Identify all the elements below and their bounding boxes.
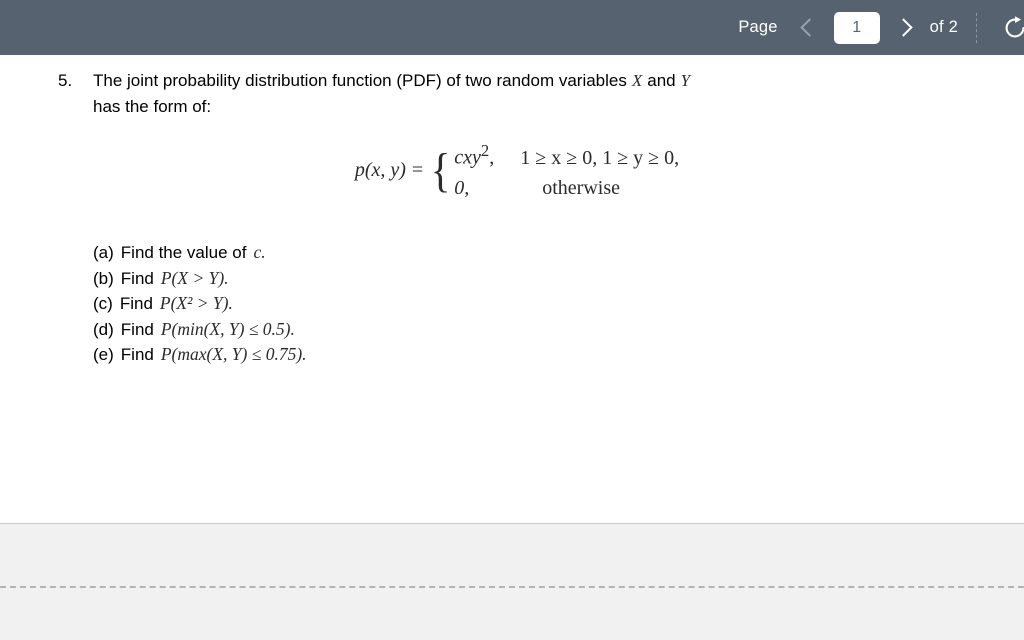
formula-case-row: cxy2, 1 ≥ x ≥ 0, 1 ≥ y ≥ 0, [454, 141, 679, 170]
question-conjunction: and [647, 71, 676, 90]
formula-case1-expression: cxy [454, 146, 481, 169]
subquestion-expression: P(X² > Y). [159, 293, 233, 313]
viewer-background-area [0, 524, 1024, 640]
previous-page-button[interactable] [794, 11, 826, 45]
subquestion-item-e: (e) Find P(max(X, Y) ≤ 0.75). [93, 342, 307, 368]
question-line2-text: has the form of: [93, 97, 212, 116]
formula-equals-sign: = [411, 158, 424, 181]
subquestion-marker: (c) [93, 294, 113, 313]
formula-case2-value: 0, [454, 176, 470, 199]
subquestion-item-d: (d) Find P(min(X, Y) ≤ 0.5). [93, 317, 307, 343]
rotate-page-button[interactable] [998, 11, 1024, 45]
subquestion-expression: P(max(X, Y) ≤ 0.75). [160, 344, 307, 364]
variable-y: Y [680, 71, 691, 90]
question-number: 5. [58, 71, 73, 90]
subquestion-expression: P(X > Y). [160, 267, 229, 288]
subquestion-verb: Find [120, 268, 154, 288]
pdf-page-canvas[interactable]: 5. The joint probability distribution fu… [0, 55, 1024, 524]
page-break-separator [0, 586, 1024, 588]
formula-case-row: 0, otherwise [454, 177, 679, 200]
subquestion-marker: (e) [93, 345, 114, 364]
variable-x: X [631, 71, 643, 90]
formula-left-hand-side: p(x, y) [354, 158, 406, 181]
formula-case1-value: cxy2, [454, 141, 520, 170]
question-line1-text: The joint probability distribution funct… [93, 71, 627, 90]
formula-case1-condition: 1 ≥ x ≥ 0, 1 ≥ y ≥ 0, [520, 146, 680, 169]
formula-cases: cxy2, 1 ≥ x ≥ 0, 1 ≥ y ≥ 0, 0, otherwise [454, 141, 679, 200]
subquestion-verb: Find [120, 345, 154, 364]
next-page-button[interactable] [888, 11, 920, 45]
subquestion-marker: (a) [93, 243, 114, 262]
rotate-clockwise-icon [1005, 15, 1024, 37]
subquestion-expression: c. [253, 242, 266, 262]
subquestion-verb: Find the value of [120, 243, 247, 262]
pdf-formula: p(x, y) = { cxy2, 1 ≥ x ≥ 0, 1 ≥ y ≥ 0, … [0, 141, 1024, 200]
pdf-viewer-toolbar: Page of 2 [0, 0, 1024, 55]
formula-case2-condition: otherwise [542, 176, 621, 199]
toolbar-divider [976, 12, 978, 43]
total-pages-label: of 2 [929, 18, 958, 36]
subquestion-marker: (b) [93, 268, 114, 288]
formula-brace: { [430, 143, 451, 197]
subquestion-list: (a) Find the value of c. (b) Find P(X > … [93, 240, 307, 368]
chevron-right-icon [894, 18, 913, 37]
subquestion-item-b: (b) Find P(X > Y). [93, 266, 307, 292]
subquestion-expression: P(min(X, Y) ≤ 0.5). [160, 318, 295, 339]
formula-case1-comma: , [489, 146, 495, 169]
subquestion-item-a: (a) Find the value of c. [93, 240, 307, 266]
subquestion-verb: Find [120, 319, 154, 339]
subquestion-item-c: (c) Find P(X² > Y). [93, 291, 307, 317]
formula-case1-exponent: 2 [480, 141, 490, 160]
question-first-line: 5. The joint probability distribution fu… [58, 68, 1000, 120]
subquestion-verb: Find [119, 294, 153, 313]
subquestion-marker: (d) [93, 319, 114, 339]
chevron-left-icon [800, 18, 819, 37]
page-number-input[interactable] [833, 11, 880, 44]
question-text: The joint probability distribution funct… [93, 68, 690, 120]
question-block: 5. The joint probability distribution fu… [58, 68, 1000, 120]
page-label: Page [738, 18, 778, 36]
